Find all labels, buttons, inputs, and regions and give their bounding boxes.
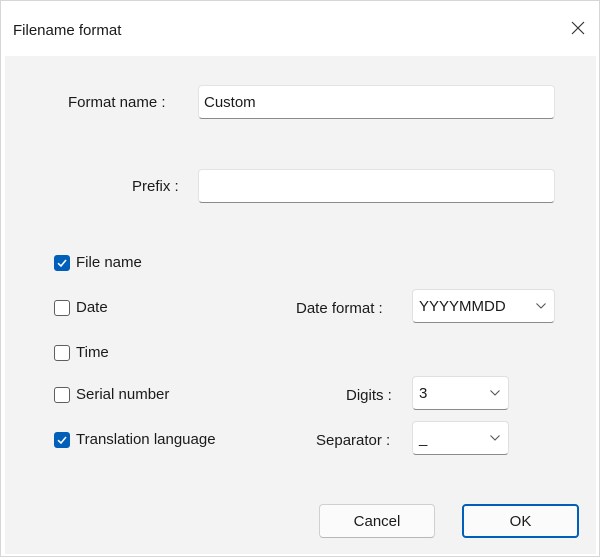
dialog-content: Format name : Prefix : File name Date Da… <box>5 56 596 554</box>
time-label: Time <box>76 344 109 361</box>
translation-language-checkbox[interactable] <box>54 431 70 448</box>
separator-label: Separator : <box>316 432 391 449</box>
time-checkbox[interactable] <box>54 344 70 361</box>
digits-value: 3 <box>419 385 428 402</box>
date-checkbox[interactable] <box>54 299 70 316</box>
chevron-down-icon <box>536 303 546 309</box>
close-button[interactable] <box>563 13 593 43</box>
chevron-down-icon <box>490 390 500 396</box>
cancel-button[interactable]: Cancel <box>319 504 435 538</box>
date-format-label: Date format : <box>296 300 383 317</box>
file-name-option[interactable]: File name <box>54 254 142 271</box>
file-name-label: File name <box>76 254 142 271</box>
date-format-value: YYYYMMDD <box>419 298 506 315</box>
digits-select[interactable]: 3 <box>412 376 509 410</box>
format-name-input[interactable] <box>198 85 555 119</box>
prefix-input[interactable] <box>198 169 555 203</box>
close-icon <box>571 21 585 35</box>
title-bar: Filename format <box>1 1 599 55</box>
translation-language-option[interactable]: Translation language <box>54 431 216 448</box>
date-format-select[interactable]: YYYYMMDD <box>412 289 555 323</box>
prefix-label: Prefix : <box>132 178 179 195</box>
serial-number-option[interactable]: Serial number <box>54 386 169 403</box>
translation-language-label: Translation language <box>76 431 216 448</box>
separator-select[interactable]: _ <box>412 421 509 455</box>
checkmark-icon <box>57 435 67 444</box>
date-option[interactable]: Date <box>54 299 108 316</box>
chevron-down-icon <box>490 435 500 441</box>
digits-label: Digits : <box>346 387 392 404</box>
file-name-checkbox[interactable] <box>54 254 70 271</box>
ok-button[interactable]: OK <box>462 504 579 538</box>
checkmark-icon <box>57 258 67 267</box>
dialog-title: Filename format <box>13 22 122 39</box>
serial-number-checkbox[interactable] <box>54 386 70 403</box>
separator-value: _ <box>419 430 428 447</box>
serial-number-label: Serial number <box>76 386 170 403</box>
date-label: Date <box>76 299 108 316</box>
format-name-label: Format name : <box>68 94 166 111</box>
filename-format-dialog: Filename format Format name : Prefix : F… <box>0 0 600 557</box>
time-option[interactable]: Time <box>54 344 109 361</box>
